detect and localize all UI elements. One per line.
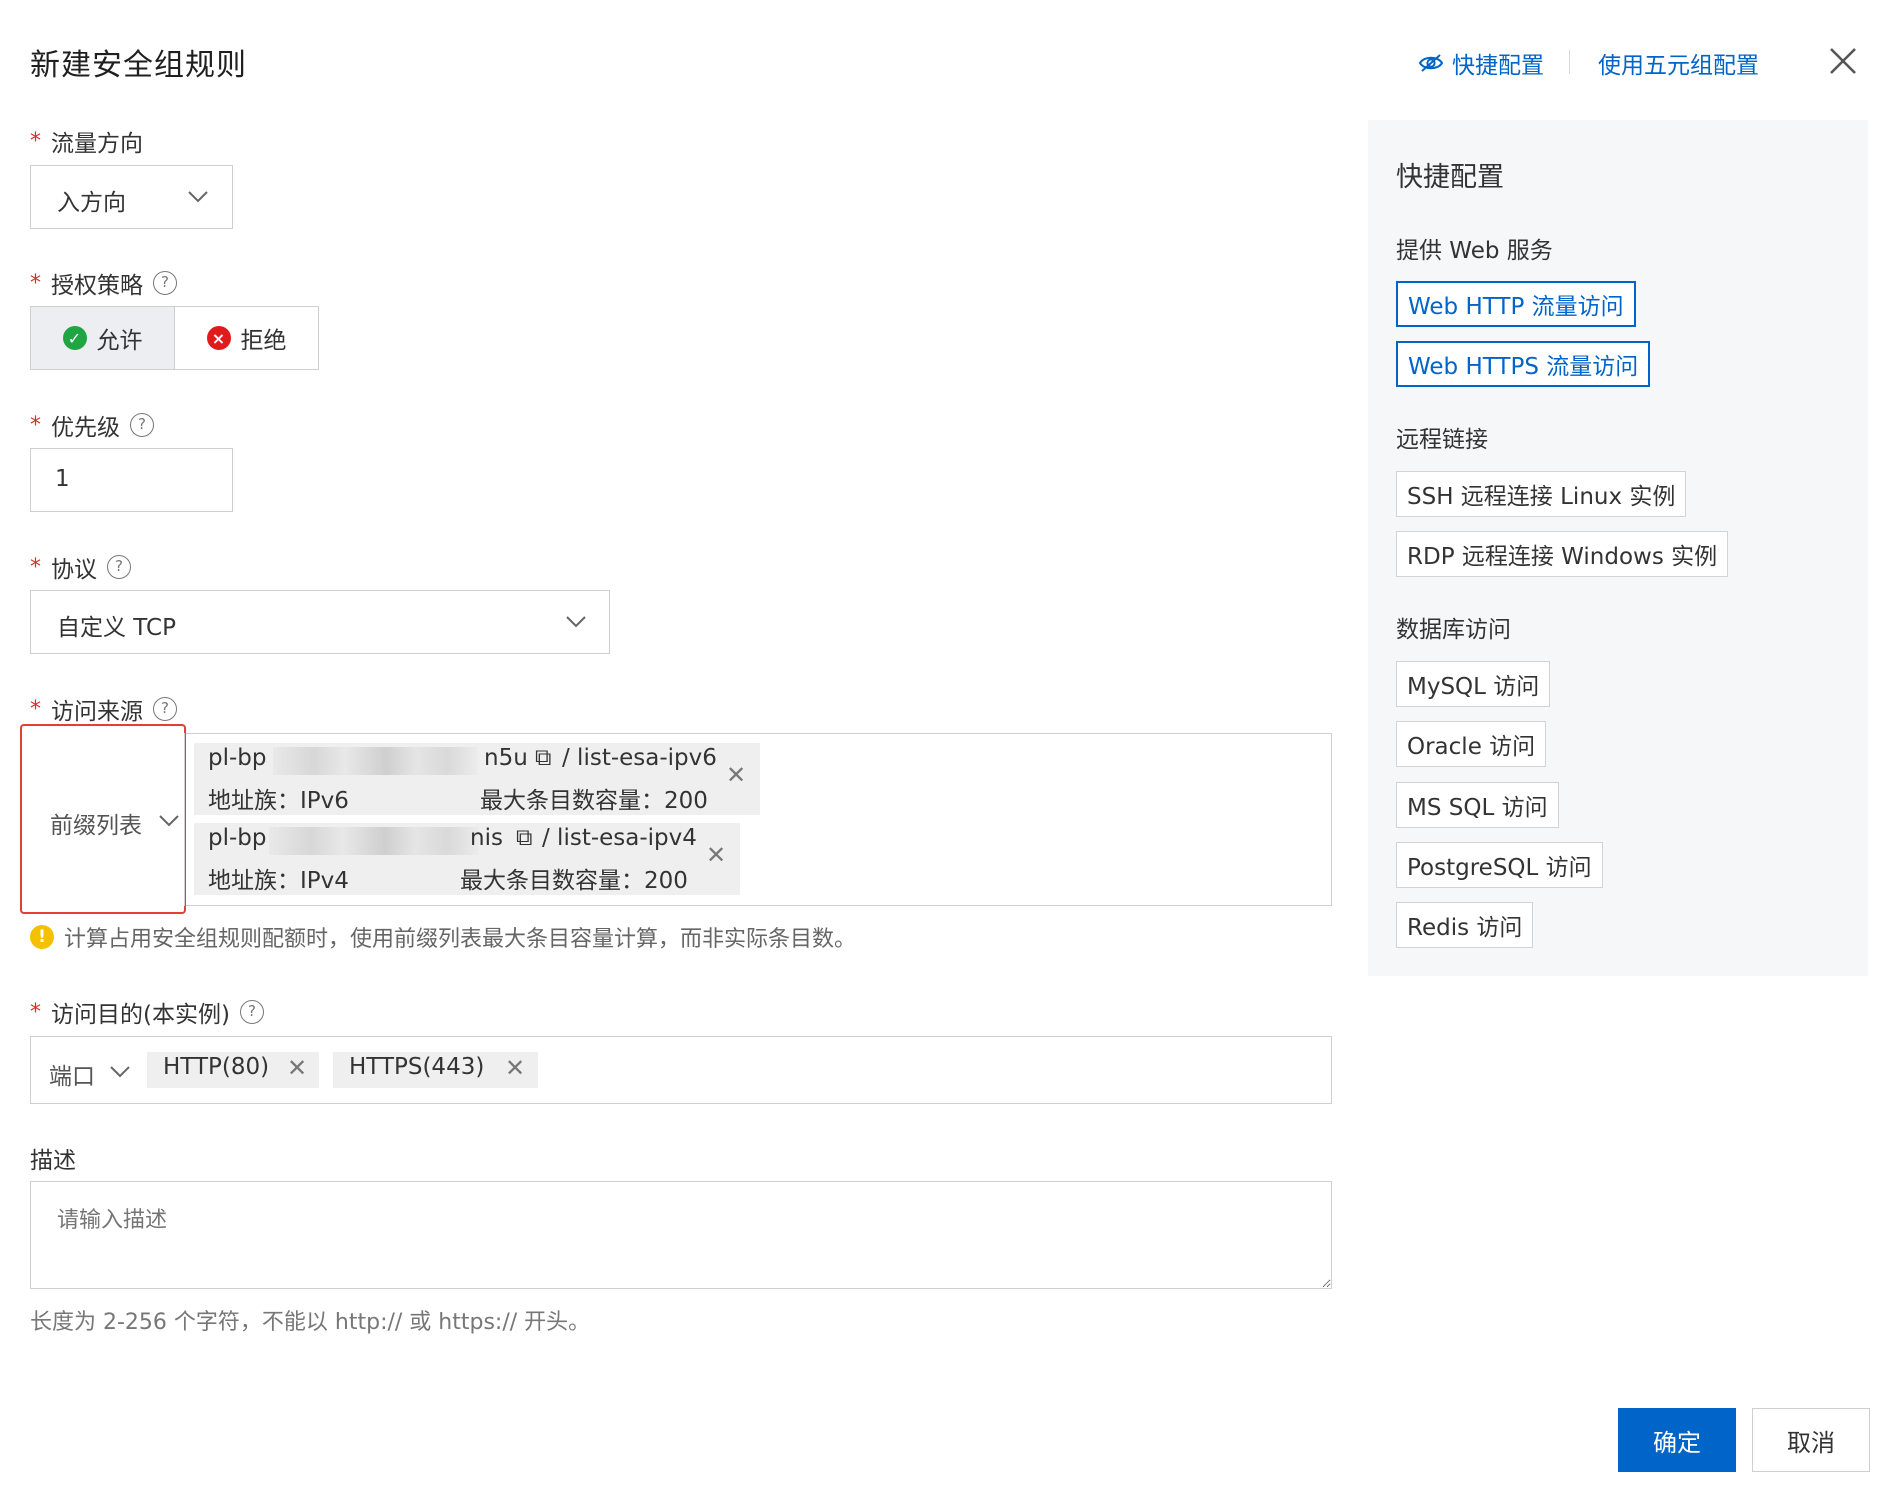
confirm-button[interactable]: 确定 <box>1618 1408 1736 1472</box>
redacted-id <box>269 827 479 855</box>
help-icon[interactable]: ? <box>130 413 154 437</box>
quick-btn-ssh[interactable]: SSH 远程连接 Linux 实例 <box>1396 471 1687 517</box>
destination-label: * 访问目的(本实例) ? <box>30 995 264 1029</box>
chevron-down-icon <box>188 191 208 203</box>
policy-label: * 授权策略 ? <box>30 266 177 300</box>
quick-btn-rdp[interactable]: RDP 远程连接 Windows 实例 <box>1396 531 1729 577</box>
description-textarea[interactable] <box>30 1181 1332 1289</box>
tag-id-suffix: nis <box>470 825 503 851</box>
close-icon[interactable] <box>1826 44 1860 78</box>
required-asterisk: * <box>30 999 41 1025</box>
quick-btn-mssql[interactable]: MS SQL 访问 <box>1396 782 1559 828</box>
tag-remove-icon[interactable]: ✕ <box>505 1054 525 1082</box>
policy-label-text: 授权策略 <box>51 273 143 299</box>
help-icon[interactable]: ? <box>107 555 131 579</box>
tag-capacity: 最大条目数容量：200 <box>460 868 688 894</box>
source-type-value: 前缀列表 <box>50 813 142 839</box>
direction-label-text: 流量方向 <box>51 131 143 157</box>
source-type-select[interactable]: 前缀列表 <box>20 724 186 914</box>
source-label-text: 访问来源 <box>51 699 143 725</box>
quick-btn-redis[interactable]: Redis 访问 <box>1396 902 1534 948</box>
quick-panel-title: 快捷配置 <box>1396 162 1504 193</box>
allow-label: 允许 <box>96 328 143 354</box>
source-divider <box>184 733 185 906</box>
tag-remove-icon[interactable]: ✕ <box>706 841 726 869</box>
protocol-label: * 协议 ? <box>30 550 131 584</box>
priority-label: * 优先级 ? <box>30 408 154 442</box>
destination-field: 端口 HTTP(80) ✕ HTTPS(443) ✕ <box>30 1036 1332 1104</box>
port-tag: HTTPS(443) ✕ <box>333 1052 538 1088</box>
group-title-web: 提供 Web 服务 <box>1396 238 1553 264</box>
description-label: 描述 <box>30 1148 76 1174</box>
priority-input[interactable]: 1 <box>30 448 233 512</box>
group-title-remote: 远程链接 <box>1396 427 1488 453</box>
priority-value: 1 <box>55 466 70 492</box>
description-hint: 长度为 2-256 个字符，不能以 http:// 或 https:// 开头。 <box>30 1310 591 1335</box>
tag-remove-icon[interactable]: ✕ <box>726 761 746 789</box>
cancel-button[interactable]: 取消 <box>1752 1408 1870 1472</box>
help-icon[interactable]: ? <box>153 697 177 721</box>
warning-icon: ! <box>30 925 54 949</box>
tag-remove-icon[interactable]: ✕ <box>287 1054 307 1082</box>
source-label: * 访问来源 ? <box>30 692 177 726</box>
five-tuple-config-link[interactable]: 使用五元组配置 <box>1598 46 1759 80</box>
redacted-id <box>273 747 478 775</box>
required-asterisk: * <box>30 696 41 722</box>
chevron-down-icon[interactable] <box>109 1065 131 1079</box>
quick-btn-web-http[interactable]: Web HTTP 流量访问 <box>1396 281 1636 327</box>
copy-icon[interactable]: ⧉ <box>516 825 532 851</box>
x-circle-icon: × <box>206 326 231 350</box>
tag-family: 地址族：IPv4 <box>208 868 349 894</box>
eye-off-icon <box>1418 54 1444 72</box>
dialog-title: 新建安全组规则 <box>30 48 247 83</box>
direction-value: 入方向 <box>57 190 126 216</box>
deny-label: 拒绝 <box>240 328 287 354</box>
header-divider <box>1569 50 1570 74</box>
required-asterisk: * <box>30 412 41 438</box>
help-icon[interactable]: ? <box>153 271 177 295</box>
check-circle-icon: ✓ <box>62 326 87 350</box>
chevron-down-icon <box>566 616 586 628</box>
required-asterisk: * <box>30 128 41 154</box>
help-icon[interactable]: ? <box>239 1000 264 1024</box>
port-tag-label: HTTPS(443) <box>349 1054 485 1080</box>
direction-select[interactable]: 入方向 <box>30 165 233 229</box>
tag-capacity: 最大条目数容量：200 <box>480 788 708 814</box>
priority-label-text: 优先级 <box>51 415 120 441</box>
group-title-database: 数据库访问 <box>1396 617 1511 643</box>
tag-id-prefix: pl-bp <box>208 825 267 851</box>
quick-config-link[interactable]: 快捷配置 <box>1418 46 1544 80</box>
copy-icon[interactable]: ⧉ <box>535 745 551 771</box>
quick-btn-web-https[interactable]: Web HTTPS 流量访问 <box>1396 341 1651 387</box>
destination-label-text: 访问目的(本实例) <box>51 1002 230 1028</box>
direction-label: * 流量方向 <box>30 124 143 158</box>
tag-family: 地址族：IPv6 <box>208 788 349 814</box>
required-asterisk: * <box>30 554 41 580</box>
quota-warning: ! 计算占用安全组规则配额时，使用前缀列表最大条目容量计算，而非实际条目数。 <box>30 921 856 953</box>
protocol-value: 自定义 TCP <box>57 615 176 641</box>
deny-option[interactable]: × 拒绝 <box>174 306 319 370</box>
tag-name: / list-esa-ipv4 <box>542 825 697 851</box>
quick-btn-postgresql[interactable]: PostgreSQL 访问 <box>1396 842 1603 888</box>
port-tag: HTTP(80) ✕ <box>147 1052 319 1088</box>
chevron-down-icon <box>159 815 179 827</box>
tag-id-prefix: pl-bp <box>208 745 267 771</box>
protocol-select[interactable]: 自定义 TCP <box>30 590 610 654</box>
prefix-list-tag: pl-bp n5u ⧉ / list-esa-ipv6 地址族：IPv6 最大条… <box>194 743 760 815</box>
quick-btn-mysql[interactable]: MySQL 访问 <box>1396 661 1551 707</box>
required-asterisk: * <box>30 270 41 296</box>
warning-text: 计算占用安全组规则配额时，使用前缀列表最大条目容量计算，而非实际条目数。 <box>64 927 857 952</box>
tag-name: / list-esa-ipv6 <box>562 745 717 771</box>
protocol-label-text: 协议 <box>51 557 97 583</box>
quick-btn-oracle[interactable]: Oracle 访问 <box>1396 721 1547 767</box>
prefix-list-tag: pl-bp nis ⧉ / list-esa-ipv4 地址族：IPv4 最大条… <box>194 823 740 895</box>
destination-type-value[interactable]: 端口 <box>49 1057 95 1091</box>
allow-option[interactable]: ✓ 允许 <box>30 306 175 370</box>
quick-config-label: 快捷配置 <box>1452 53 1544 79</box>
tag-id-suffix: n5u <box>484 745 528 771</box>
port-tag-label: HTTP(80) <box>163 1054 270 1080</box>
